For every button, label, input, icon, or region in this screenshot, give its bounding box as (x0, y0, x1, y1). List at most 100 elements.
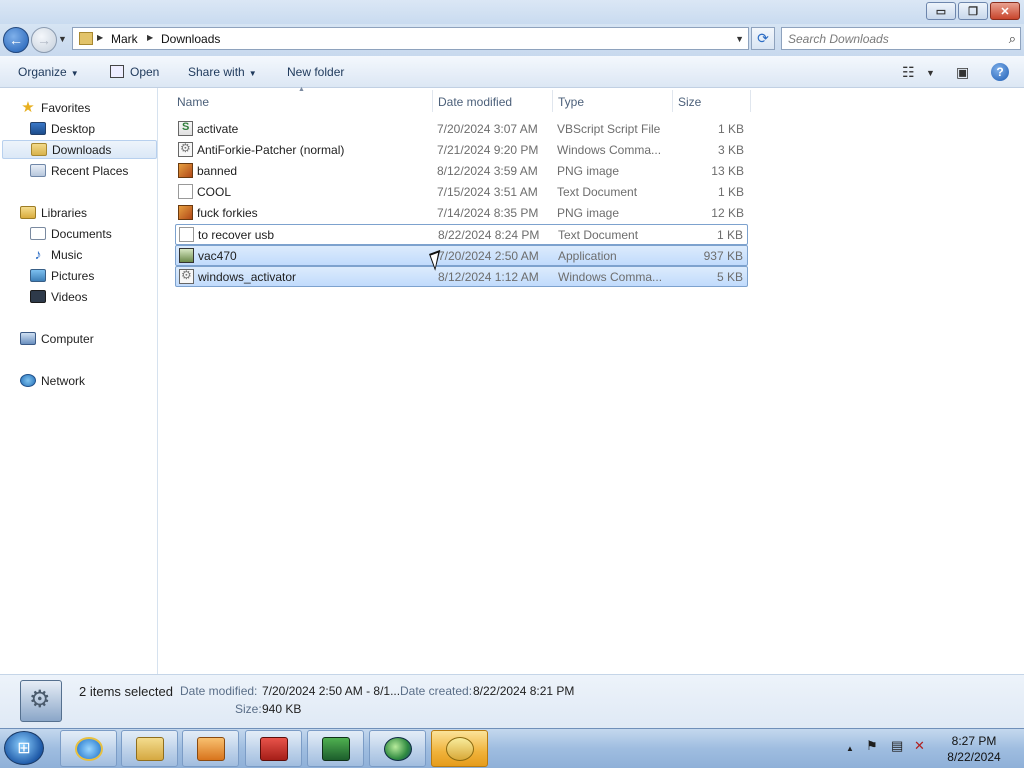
media-player-icon (196, 736, 225, 761)
help-icon[interactable]: ? (991, 63, 1009, 81)
file-name: AntiForkie-Patcher (normal) (197, 143, 345, 157)
command-bar: Organize ▼ Open Share with ▼ New folder (0, 56, 1024, 88)
nav-videos[interactable]: Videos (30, 287, 87, 306)
taskbar-windows-explorer[interactable] (121, 730, 178, 767)
column-divider[interactable] (672, 90, 673, 112)
preview-pane-icon[interactable]: ▣ (956, 64, 969, 81)
text-document-icon (178, 184, 193, 199)
nav-label: Favorites (41, 100, 91, 115)
refresh-button[interactable]: ⟳ (751, 27, 775, 50)
open-label: Open (130, 65, 160, 79)
organize-button[interactable]: Organize ▼ (18, 65, 79, 79)
file-type: PNG image (557, 164, 620, 178)
file-name: COOL (197, 185, 232, 199)
folder-icon (79, 32, 93, 45)
selection-count: 2 items selected (79, 684, 173, 699)
file-size: 5 KB (716, 270, 743, 284)
file-row[interactable]: fuck forkies 7/14/2024 8:35 PM PNG image… (175, 203, 748, 223)
breadcrumb-separator-icon[interactable]: ▶ (147, 33, 153, 42)
windows-explorer-icon (135, 736, 164, 761)
file-row[interactable]: banned 8/12/2024 3:59 AM PNG image 13 KB (175, 161, 748, 181)
address-row: ← → ▼ ▶ Mark ▶ Downloads ▼ ⟳ ⌕ (0, 24, 1024, 56)
nav-network[interactable]: Network (20, 371, 85, 390)
recent-places-icon (30, 164, 46, 177)
column-divider[interactable] (432, 90, 433, 112)
column-header-type[interactable]: Type (558, 95, 584, 109)
nav-label: Music (51, 247, 83, 262)
system-monitor-icon (321, 736, 350, 761)
cmd-script-icon (179, 268, 194, 284)
column-header-name[interactable]: Name (177, 95, 209, 109)
nav-label: Videos (51, 289, 88, 304)
nav-label: Recent Places (51, 163, 129, 178)
nav-pictures[interactable]: Pictures (30, 266, 94, 285)
file-type: Windows Comma... (557, 143, 662, 157)
forward-button[interactable]: → (31, 27, 57, 53)
file-name: activate (197, 122, 239, 136)
column-divider[interactable] (552, 90, 553, 112)
new-folder-label: New folder (287, 65, 345, 79)
address-dropdown-icon[interactable]: ▼ (735, 34, 744, 44)
file-row[interactable]: COOL 7/15/2024 3:51 AM Text Document 1 K… (175, 182, 748, 202)
minimize-button[interactable]: ▭ (926, 2, 956, 20)
search-input[interactable] (788, 31, 998, 47)
restore-icon: ❐ (968, 5, 978, 18)
breadcrumb-downloads[interactable]: Downloads (161, 32, 220, 46)
recent-pages-dropdown-icon[interactable]: ▼ (58, 34, 67, 44)
share-with-button[interactable]: Share with ▼ (188, 65, 257, 79)
close-button[interactable]: ✕ (990, 2, 1020, 20)
new-folder-button[interactable]: New folder (287, 65, 344, 79)
star-icon: ★ (21, 99, 35, 116)
column-header-size[interactable]: Size (678, 95, 701, 109)
nav-computer[interactable]: Computer (20, 329, 94, 348)
cmd-script-icon (178, 141, 193, 157)
maximize-button[interactable]: ❐ (958, 2, 988, 20)
address-bar[interactable]: ▶ Mark ▶ Downloads ▼ (72, 27, 749, 50)
date-created-label: Date created: (400, 684, 473, 698)
column-header-date-modified[interactable]: Date modified (438, 95, 512, 109)
file-type: Text Document (558, 228, 639, 242)
volume-muted-icon[interactable]: ✕ (914, 738, 925, 754)
show-hidden-icons-icon[interactable]: ▲ (846, 744, 854, 753)
network-status-icon[interactable]: ▤ (891, 738, 903, 754)
file-row[interactable]: to recover usb 8/22/2024 8:24 PM Text Do… (175, 224, 748, 245)
column-divider[interactable] (750, 90, 751, 112)
window-controls: ▭ ❐ ✕ (926, 2, 1020, 20)
nav-documents[interactable]: Documents (30, 224, 112, 243)
taskbar-media-player[interactable] (182, 730, 239, 767)
back-button[interactable]: ← (3, 27, 29, 53)
file-row-selected[interactable]: vac470 7/20/2024 2:50 AM Application 937… (175, 245, 748, 266)
search-icon[interactable]: ⌕ (1009, 31, 1016, 47)
open-icon (110, 65, 124, 78)
refresh-icon: ⟳ (757, 30, 769, 46)
selected-files-icon (20, 680, 62, 722)
taskbar-browser[interactable] (369, 730, 426, 767)
nav-favorites[interactable]: ★ Favorites (20, 98, 90, 117)
action-center-flag-icon[interactable]: ⚑ (866, 738, 878, 754)
taskbar-internet-explorer[interactable] (60, 730, 117, 767)
search-box[interactable]: ⌕ (781, 27, 1021, 50)
clock-date: 8/22/2024 (947, 750, 1001, 764)
breadcrumb-mark[interactable]: Mark (111, 32, 138, 46)
nav-downloads[interactable]: Downloads (2, 140, 157, 159)
clock[interactable]: 8:27 PM 8/22/2024 (940, 733, 1008, 765)
open-button[interactable]: Open (110, 65, 159, 79)
file-row[interactable]: activate 7/20/2024 3:07 AM VBScript Scri… (175, 119, 748, 139)
view-options-dropdown-icon[interactable]: ▼ (926, 68, 935, 78)
change-view-icon[interactable]: ☷ (902, 64, 915, 81)
file-type: PNG image (557, 206, 620, 220)
close-icon: ✕ (1000, 5, 1010, 18)
file-size: 12 KB (711, 206, 744, 220)
breadcrumb-separator-icon[interactable]: ▶ (97, 33, 103, 42)
taskbar-keys-app[interactable] (431, 730, 488, 767)
start-button[interactable]: ⊞ (4, 731, 44, 765)
file-row[interactable]: AntiForkie-Patcher (normal) 7/21/2024 9:… (175, 140, 748, 160)
nav-desktop[interactable]: Desktop (30, 119, 95, 138)
nav-recent-places[interactable]: Recent Places (30, 161, 128, 180)
taskbar-system-monitor[interactable] (307, 730, 364, 767)
downloads-folder-icon (31, 143, 47, 156)
nav-libraries[interactable]: Libraries (20, 203, 87, 222)
taskbar-toolbox-app[interactable] (245, 730, 302, 767)
nav-music[interactable]: ♪ Music (30, 245, 83, 264)
file-row-selected[interactable]: windows_activator 8/12/2024 1:12 AM Wind… (175, 266, 748, 287)
